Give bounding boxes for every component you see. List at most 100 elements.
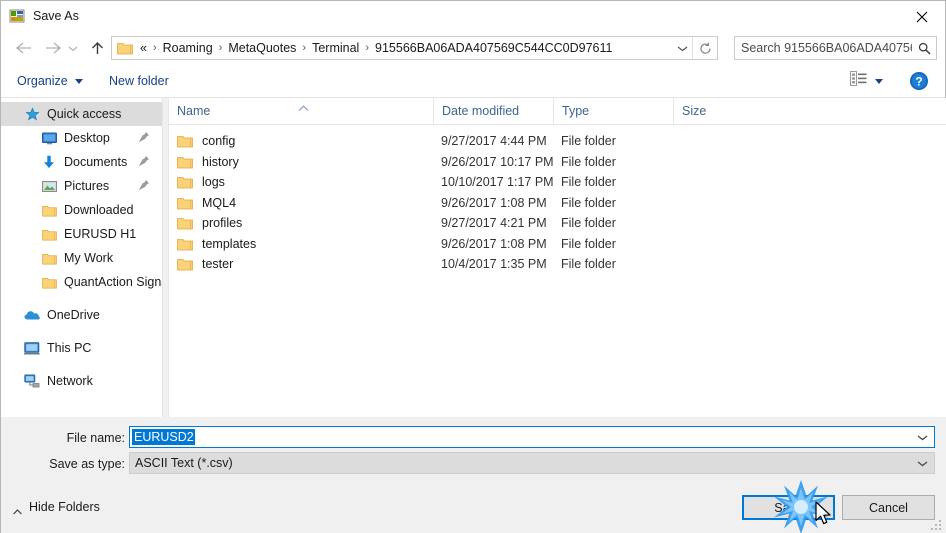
file-type-cell: File folder [561,195,616,210]
chevron-down-icon[interactable] [672,37,692,59]
file-name-label: File name: [66,431,125,445]
file-type-cell: File folder [561,257,616,272]
file-name-cell: logs [177,172,225,193]
file-name-cell: history [177,152,239,173]
resize-grip[interactable] [930,517,944,531]
table-row[interactable]: tester 10/4/2017 1:35 PM File folder [169,254,946,275]
sidebar-item-label: Downloaded [64,203,134,217]
sidebar-item-onedrive[interactable]: OneDrive [1,303,162,327]
file-name-text: templates [202,236,257,251]
sidebar-item-label: My Work [64,251,114,265]
pin-icon[interactable] [138,179,150,191]
save-as-dialog: Save As « › Roaming › MetaQuotes › Termi… [0,0,946,533]
desktop-icon [41,130,57,146]
file-date-cell: 9/27/2017 4:21 PM [441,216,547,231]
address-bar[interactable]: « › Roaming › MetaQuotes › Terminal › 91… [111,36,718,60]
file-name-text: MQL4 [202,195,237,210]
network-icon [24,373,40,389]
arrow-left-icon[interactable] [11,36,35,60]
column-label: Name [177,104,211,118]
view-layout-button[interactable] [850,65,883,97]
folder-icon [117,41,133,55]
save-button[interactable]: Save [742,495,835,520]
column-header-date-modified[interactable]: Date modified [433,98,553,124]
save-button-label: Save [774,500,803,515]
arrow-up-icon[interactable] [85,36,109,60]
table-row[interactable]: profiles 9/27/2017 4:21 PM File folder [169,213,946,234]
title-bar: Save As [1,1,945,32]
organize-button[interactable]: Organize [17,65,83,97]
file-type-cell: File folder [561,154,616,169]
onedrive-cloud-icon [24,307,40,323]
file-name-input[interactable]: EURUSD2 [129,426,935,448]
metatrader-app-icon [9,8,25,24]
file-name-cell: profiles [177,213,242,234]
sidebar-item-this-pc[interactable]: This PC [1,336,162,360]
cancel-button[interactable]: Cancel [842,495,935,520]
file-name-text: config [202,134,236,149]
search-icon[interactable] [912,42,936,55]
file-date-cell: 10/10/2017 1:17 PM [441,175,554,190]
sidebar-item-eurusd-h1[interactable]: EURUSD H1 [1,222,162,246]
pin-icon[interactable] [138,155,150,167]
folder-icon [41,202,57,218]
folder-icon [41,250,57,266]
folder-icon [177,257,193,271]
refresh-icon[interactable] [692,37,717,59]
breadcrumb-leading[interactable]: « [137,41,150,55]
sidebar-item-documents[interactable]: Documents [1,150,162,174]
sidebar-item-quick-access[interactable]: Quick access [1,102,162,126]
sidebar-item-pictures[interactable]: Pictures [1,174,162,198]
sidebar-item-label: Quick access [47,107,122,121]
chevron-up-icon [13,504,22,515]
save-as-type-select[interactable]: ASCII Text (*.csv) [129,452,935,474]
sidebar-item-downloaded[interactable]: Downloaded [1,198,162,222]
chevron-down-icon[interactable] [910,427,934,447]
save-as-type-value: ASCII Text (*.csv) [135,456,233,470]
column-header-type[interactable]: Type [553,98,673,124]
sidebar-item-desktop[interactable]: Desktop [1,126,162,150]
navigation-pane: Quick access Desktop Documents Pictures … [1,98,162,417]
documents-down-arrow-icon [41,154,57,170]
sidebar-item-label: QuantAction Signal [64,275,162,289]
hide-folders-button[interactable]: Hide Folders [13,500,100,515]
table-row[interactable]: MQL4 9/26/2017 1:08 PM File folder [169,193,946,214]
breadcrumb-item-current-folder[interactable]: 915566BA06ADA407569C544CC0D97611 [372,41,615,55]
folder-icon [41,274,57,290]
table-row[interactable]: templates 9/26/2017 1:08 PM File folder [169,234,946,255]
breadcrumb-separator: › [218,42,223,54]
sidebar-item-label: This PC [47,341,92,355]
pin-icon[interactable] [138,131,150,143]
sidebar-item-my-work[interactable]: My Work [1,246,162,270]
chevron-down-icon[interactable] [65,36,81,60]
sidebar-item-quantaction-signal[interactable]: QuantAction Signal [1,270,162,294]
file-date-cell: 10/4/2017 1:35 PM [441,257,547,272]
star-pin-icon [24,106,40,122]
column-header-size[interactable]: Size [673,98,753,124]
chevron-down-icon[interactable] [910,453,934,473]
sidebar-item-label: Desktop [64,131,110,145]
table-row[interactable]: logs 10/10/2017 1:17 PM File folder [169,172,946,193]
table-row[interactable]: history 9/26/2017 10:17 PM File folder [169,152,946,173]
dialog-footer: Hide Folders Save Cancel [1,488,946,533]
breadcrumb-item-roaming[interactable]: Roaming [160,41,216,55]
file-list: Name Date modified Type Size config 9/27… [169,98,946,417]
breadcrumb-item-metaquotes[interactable]: MetaQuotes [225,41,299,55]
new-folder-button[interactable]: New folder [109,65,169,97]
arrow-right-icon[interactable] [41,36,65,60]
file-name-value: EURUSD2 [132,429,195,445]
search-input[interactable]: Search 915566BA06ADA40756... [734,36,937,60]
cancel-button-label: Cancel [869,500,908,515]
help-circle-icon[interactable]: ? [909,71,929,91]
navigation-bar: « › Roaming › MetaQuotes › Terminal › 91… [1,32,945,65]
file-name-cell: templates [177,234,256,255]
breadcrumb-item-terminal[interactable]: Terminal [309,41,362,55]
table-row[interactable]: config 9/27/2017 4:44 PM File folder [169,131,946,152]
file-rows: config 9/27/2017 4:44 PM File folder his… [169,125,946,275]
pane-splitter[interactable] [162,98,169,417]
sort-ascending-icon [298,99,309,111]
sidebar-item-network[interactable]: Network [1,369,162,393]
new-folder-label: New folder [109,74,169,88]
close-icon[interactable] [899,1,945,32]
sidebar-item-label: Documents [64,155,128,169]
